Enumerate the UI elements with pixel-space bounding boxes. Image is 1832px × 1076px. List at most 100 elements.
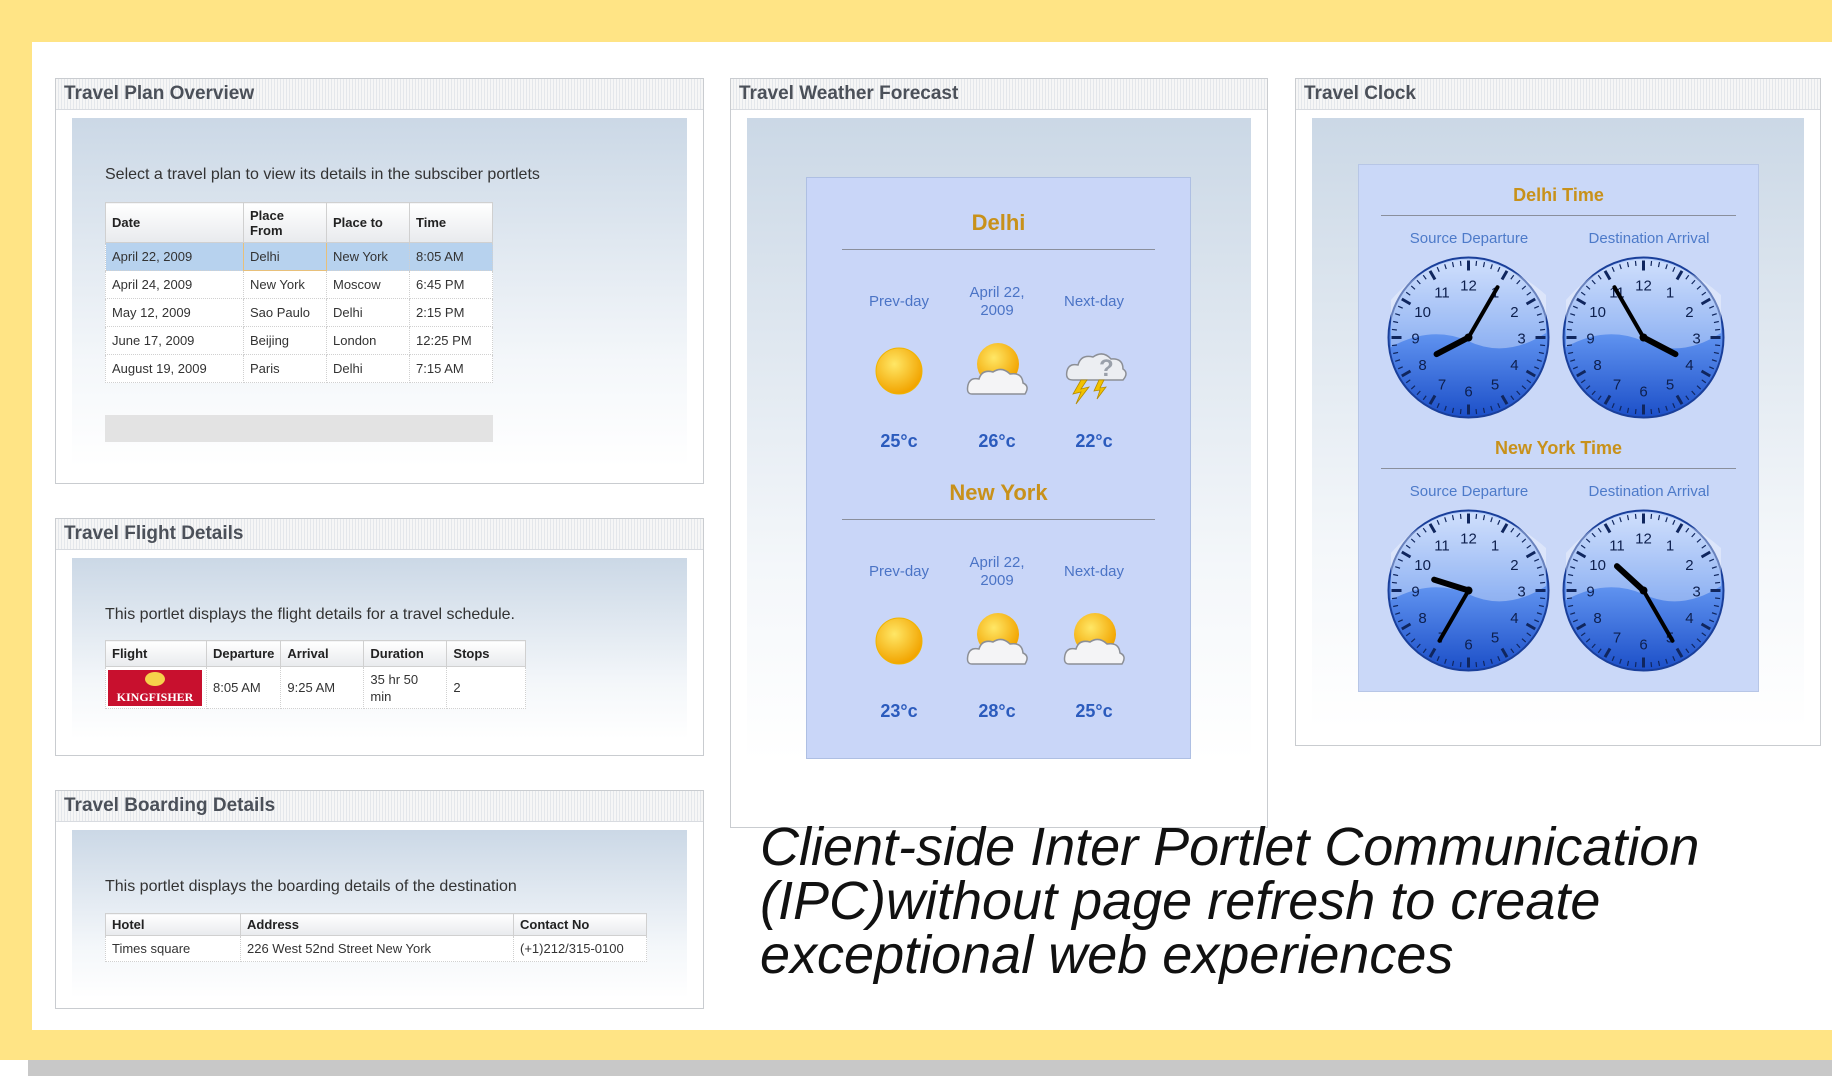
- clock-numeral: 12: [1460, 278, 1477, 295]
- plan-cell-date: August 19, 2009: [105, 354, 244, 383]
- cloud-shape: [966, 638, 1028, 665]
- plan-portlet-title: Travel Plan Overview: [56, 79, 703, 110]
- weather-temp: 25°c: [880, 431, 918, 451]
- frame-top: [0, 0, 1832, 42]
- plan-col-to[interactable]: Place to: [326, 202, 410, 243]
- minute-tick: [1391, 581, 1397, 584]
- clock-numeral: 7: [1613, 376, 1621, 393]
- flight-portlet: Travel Flight Details This portlet displ…: [55, 518, 704, 756]
- boarding-col-contact[interactable]: Contact No: [513, 913, 647, 936]
- plan-cell-from: Delhi: [243, 242, 327, 271]
- weather-day-label: Prev-day: [868, 293, 930, 310]
- flight-portlet-title: Travel Flight Details: [56, 519, 703, 550]
- kingfisher-logo: KINGFISHER: [108, 669, 202, 706]
- minute-tick: [1566, 344, 1572, 347]
- flight-col-flight[interactable]: Flight: [105, 640, 207, 667]
- minute-tick: [1475, 260, 1478, 266]
- clock-numeral: 1: [1666, 285, 1674, 302]
- clock-numeral: 11: [1434, 285, 1450, 302]
- clock-numeral: 5: [1491, 629, 1499, 646]
- minute-tick: [1650, 513, 1653, 519]
- plan-cell-from: Beijing: [243, 326, 327, 355]
- plan-row[interactable]: June 17, 2009 Beijing London 12:25 PM: [105, 326, 493, 355]
- clock-numeral: 4: [1510, 610, 1518, 627]
- clock-numeral: 2: [1685, 304, 1693, 321]
- minute-tick: [1634, 409, 1637, 415]
- plan-row[interactable]: August 19, 2009 Paris Delhi 7:15 AM: [105, 354, 493, 383]
- clock-divider: [1381, 215, 1736, 216]
- plan-portlet: Travel Plan Overview Select a travel pla…: [55, 78, 704, 484]
- lightning-bolt: [1072, 379, 1091, 405]
- sun-disc: [875, 617, 923, 665]
- minute-tick: [1634, 662, 1637, 668]
- plan-row[interactable]: April 22, 2009 Delhi New York 8:05 AM: [105, 242, 493, 271]
- minute-tick: [1650, 260, 1653, 266]
- weather-divider: [842, 519, 1155, 520]
- clock-numeral: 9: [1586, 331, 1594, 348]
- clock-card: Delhi TimeSource Departure12123456789101…: [1358, 164, 1759, 692]
- clock-numeral: 4: [1685, 357, 1693, 374]
- boarding-table: Hotel Address Contact No Times square 22…: [105, 913, 647, 962]
- clock-numeral: 1: [1491, 538, 1499, 555]
- plan-col-date[interactable]: Date: [105, 202, 244, 243]
- minute-tick: [1715, 344, 1721, 347]
- plan-row[interactable]: April 24, 2009 New York Moscow 6:45 PM: [105, 270, 493, 299]
- minute-tick: [1475, 409, 1478, 415]
- sun-icon: [875, 347, 923, 395]
- boarding-hotel: Times square: [105, 935, 241, 962]
- clock-center: [1639, 586, 1648, 595]
- clock-numeral: 10: [1414, 557, 1431, 574]
- clock-numeral: 10: [1589, 557, 1606, 574]
- frame-left: [0, 0, 32, 1056]
- flight-col-duration[interactable]: Duration: [363, 640, 448, 667]
- frame-shadow: [28, 1060, 1832, 1076]
- boarding-col-hotel[interactable]: Hotel: [105, 913, 241, 936]
- lightning-bolt: [1093, 379, 1107, 400]
- plan-row[interactable]: May 12, 2009 Sao Paulo Delhi 2:15 PM: [105, 298, 493, 327]
- minute-tick: [1459, 513, 1462, 519]
- minute-tick: [1475, 513, 1478, 519]
- flight-col-arrival[interactable]: Arrival: [280, 640, 365, 667]
- weather-city-name: Delhi: [971, 210, 1026, 235]
- clock-numeral: 3: [1517, 331, 1525, 348]
- flight-col-stops[interactable]: Stops: [446, 640, 527, 667]
- minute-tick: [1540, 581, 1546, 584]
- minute-tick: [1634, 513, 1637, 519]
- weather-temp: 28°c: [978, 701, 1016, 721]
- flight-row[interactable]: KINGFISHER 8:05 AM 9:25 AM 35 hr 50 min …: [105, 666, 527, 709]
- weather-day-label: Next-day: [1063, 563, 1125, 580]
- boarding-portlet-body: This portlet displays the boarding detai…: [72, 830, 687, 998]
- plan-cell-to: Delhi: [326, 298, 410, 327]
- plan-table-footer: [105, 415, 493, 442]
- clock-portlet-title: Travel Clock: [1296, 79, 1820, 110]
- minute-tick: [1475, 662, 1478, 668]
- boarding-portlet-title: Travel Boarding Details: [56, 791, 703, 822]
- boarding-row[interactable]: Times square 226 West 52nd Street New Yo…: [105, 935, 647, 962]
- clock-numeral: 8: [1418, 610, 1426, 627]
- plan-portlet-body: Select a travel plan to view its details…: [72, 118, 687, 467]
- weather-divider: [842, 249, 1155, 250]
- plan-col-from[interactable]: Place From: [243, 202, 327, 243]
- clock-numeral: 6: [1639, 384, 1647, 401]
- sun-icon: [875, 617, 923, 665]
- plan-col-time[interactable]: Time: [409, 202, 493, 243]
- weather-portlet: Travel Weather Forecast Delhi Prev-day 25°…: [730, 78, 1268, 828]
- minute-tick: [1715, 597, 1721, 600]
- flight-arrival: 9:25 AM: [280, 666, 365, 709]
- clock-numeral: 11: [1609, 538, 1625, 555]
- weather-city-name: New York: [949, 480, 1048, 505]
- minute-tick: [1566, 581, 1572, 584]
- flight-col-departure[interactable]: Departure: [205, 640, 282, 667]
- clock-numeral: 4: [1685, 610, 1693, 627]
- boarding-col-address[interactable]: Address: [240, 913, 514, 936]
- boarding-intro: This portlet displays the boarding detai…: [105, 878, 517, 895]
- boarding-address: 226 West 52nd Street New York: [240, 935, 514, 962]
- clock-numeral: 3: [1692, 584, 1700, 601]
- boarding-contact: (+1)212/315-0100: [513, 935, 647, 962]
- clock-divider: [1381, 468, 1736, 469]
- clock-numeral: 6: [1464, 384, 1472, 401]
- analog-clock: 121234567891011: [1562, 256, 1725, 419]
- plan-cell-date: June 17, 2009: [105, 326, 244, 355]
- plan-cell-to: Moscow: [326, 270, 410, 299]
- minute-tick: [1650, 662, 1653, 668]
